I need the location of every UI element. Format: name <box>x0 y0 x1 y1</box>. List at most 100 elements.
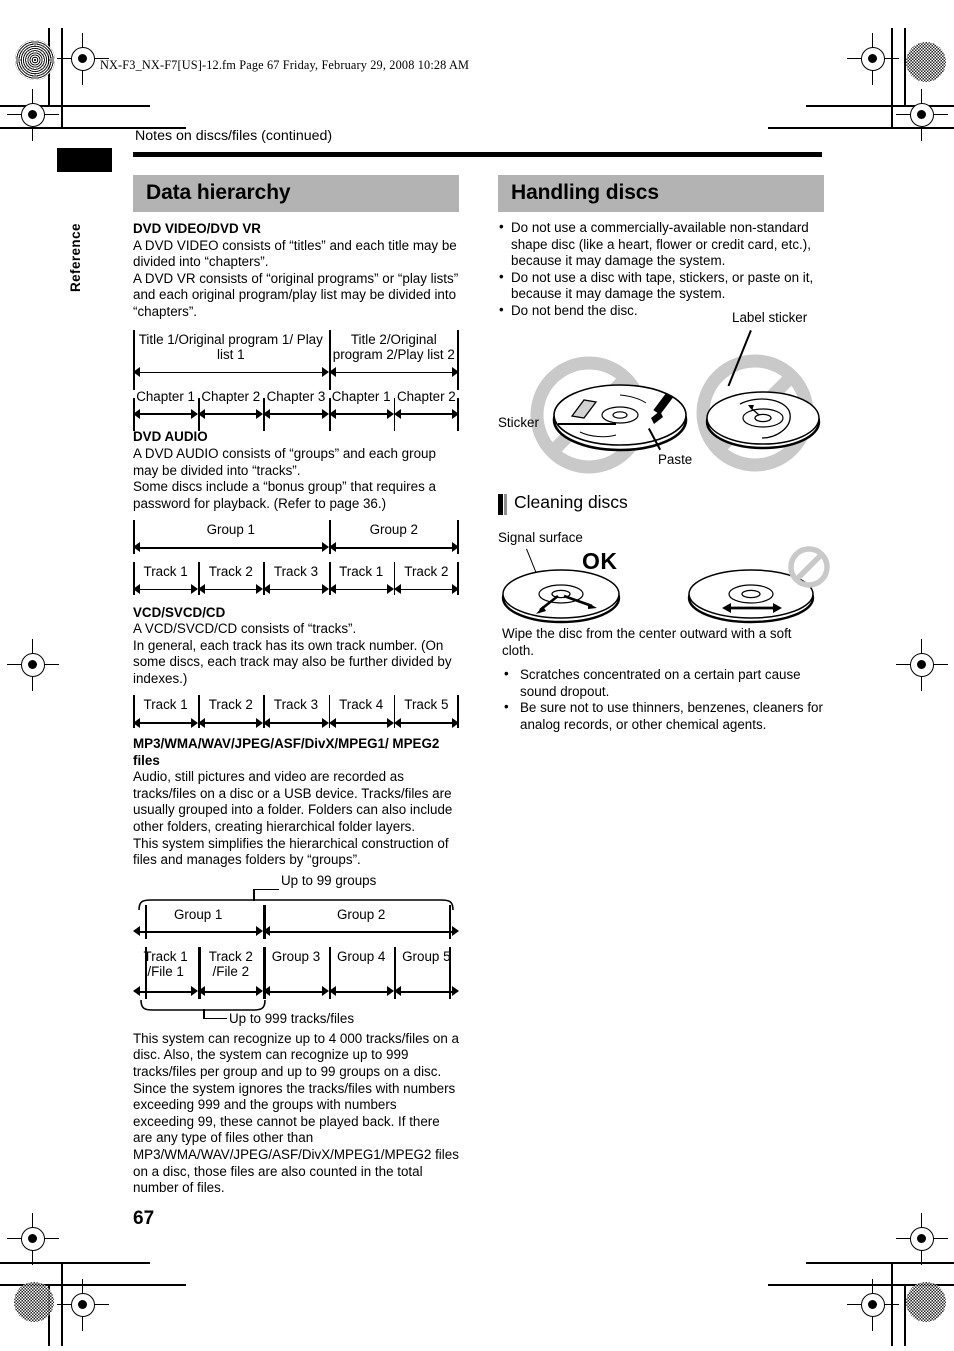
prohibition-icon-cleaning <box>788 546 830 588</box>
diagram-cell-group: Group 5 <box>402 948 451 964</box>
diagram-cell-track: Track 3 <box>273 563 319 579</box>
diagram-rule <box>328 520 331 555</box>
page-number: 67 <box>133 1208 155 1229</box>
diagram-arrows-groups <box>133 541 459 554</box>
registration-mark-right-middle <box>896 639 948 691</box>
diagram-arrows-titles <box>133 366 459 379</box>
subheading-dvd-audio: DVD AUDIO <box>133 429 208 445</box>
diagram-rule <box>449 904 451 939</box>
diagram-arrows-tracks <box>133 583 459 596</box>
running-head-rule <box>133 152 822 157</box>
registration-mark-left-middle <box>7 639 59 691</box>
diagram-rule <box>328 695 331 729</box>
file-header-stamp: NX-F3_NX-F7[US]-12.fm Page 67 Friday, Fe… <box>100 58 470 72</box>
diagram-dvd-audio: Group 1 Group 2 Track 1 Track 2 Track 3 … <box>133 520 459 596</box>
section-title-handling-discs: Handling discs <box>498 175 824 212</box>
diagram-cell-track: Track 1 <box>143 697 188 713</box>
diagram-rule <box>263 695 265 729</box>
heading-cleaning-discs: Cleaning discs <box>498 492 828 515</box>
paragraph-mp3-2: This system simplifies the hierarchical … <box>133 835 449 868</box>
diagram-cell-group: Group 1 <box>174 906 223 922</box>
diagram-cell-track: Track 2 <box>208 697 253 713</box>
diagram-rule <box>328 562 331 596</box>
diagram-cell-chapter: Chapter 2 <box>201 388 261 404</box>
diagram-rule <box>133 695 135 729</box>
handling-discs-bullet-list: Do not use a commercially-available non-… <box>498 219 824 320</box>
diagram-row-tracks: Track 1 Track 2 Track 3 Track 1 Track 2 <box>133 562 459 583</box>
diagram-rule <box>145 946 147 999</box>
diagram-rule <box>393 562 396 596</box>
side-tab-label: Reference <box>68 223 83 292</box>
cleaning-discs-illustration: Signal surface OK <box>498 530 830 630</box>
diagram-rule <box>457 562 459 596</box>
diagram-rule <box>133 329 135 390</box>
diagram-cell-track: Track 2 <box>404 563 449 579</box>
diagram-row-groups: Group 1 Group 2 <box>133 520 459 541</box>
diagram-cell-track: Track 2 <box>208 563 253 579</box>
paragraph-closing: This system can recognize up to 4 000 tr… <box>133 1030 459 1196</box>
diagram-rule <box>393 946 397 999</box>
diagram-cell-track: Track 1 <box>339 563 384 579</box>
diagram-cell-group: Group 4 <box>336 948 386 964</box>
diagram-rule <box>328 397 331 431</box>
diagram-arrows-mp3-groups <box>133 925 459 938</box>
diagram-arrows-vcd <box>133 716 459 729</box>
handling-discs-illustration: Sticker Paste Label sticker <box>498 310 828 486</box>
caption-label-sticker: Label sticker <box>732 310 808 325</box>
registration-mark-top-left <box>57 33 109 85</box>
diagram-mp3: Up to 99 groups Group 1 Group 2 Track 1 … <box>133 872 459 1026</box>
registration-mark-top-left-lower <box>7 89 59 141</box>
paragraph-dvd-audio-2: Some discs include a “bonus group” that … <box>133 479 436 511</box>
subheading-dvd-video: DVD VIDEO/DVD VR <box>133 221 261 236</box>
halftone-target-top-right <box>906 42 946 82</box>
registration-mark-bottom-left-upper <box>57 1279 109 1331</box>
registration-mark-top-right <box>847 33 899 85</box>
side-tab-marker <box>57 148 112 172</box>
caption-paste: Paste <box>658 452 693 467</box>
diagram-vcd: Track 1 Track 2 Track 3 Track 4 Track 5 <box>133 695 459 729</box>
diagram-rule <box>198 946 201 999</box>
diagram-cell-group: Group 2 <box>336 906 386 922</box>
list-item: Do not use a commercially-available non-… <box>498 219 824 270</box>
diagram-rule <box>263 397 265 431</box>
diagram-rule <box>133 562 135 596</box>
diagram-row-chapters: Chapter 1 Chapter 2 Chapter 3 Chapter 1 … <box>133 387 459 408</box>
diagram-row-mp3-tracks: Track 1 /File 1 Track 2 /File 2 Group 3 … <box>133 947 459 983</box>
right-column: Handling discs Do not use a commercially… <box>498 175 824 320</box>
registration-mark-bottom-left <box>7 1213 59 1265</box>
diagram-cell-track: Track 5 <box>404 697 449 713</box>
manual-page: NX-F3_NX-F7[US]-12.fm Page 67 Friday, Fe… <box>0 0 954 1351</box>
caption-signal-surface: Signal surface <box>498 530 583 545</box>
diagram-row-vcd-tracks: Track 1 Track 2 Track 3 Track 4 Track 5 <box>133 695 459 716</box>
list-item: Scratches concentrated on a certain part… <box>502 666 824 700</box>
diagram-cell-track: Track 3 <box>273 697 319 713</box>
diagram-note-up-to-99-groups: Up to 99 groups <box>281 872 377 888</box>
halftone-target-bottom-right <box>906 1282 946 1322</box>
halftone-target-bottom-left <box>14 1282 54 1322</box>
paragraph-vcd-1: A VCD/SVCD/CD consists of “tracks”. <box>133 621 357 637</box>
diagram-rule <box>198 695 200 729</box>
heading-marker-bar-black <box>498 494 503 515</box>
diagram-rule <box>198 397 200 431</box>
left-column: Data hierarchy DVD VIDEO/DVD VR A DVD VI… <box>133 175 459 1197</box>
paragraph-mp3-1: Audio, still pictures and video are reco… <box>133 769 453 835</box>
diagram-rule <box>393 695 396 729</box>
diagram-rule <box>449 946 451 999</box>
diagram-cell-track: Track 4 <box>339 697 384 713</box>
diagram-row-titles: Title 1/Original program 1/ Play list 1 … <box>133 330 459 366</box>
caption-sticker: Sticker <box>498 415 539 430</box>
diagram-rule <box>457 397 459 431</box>
subheading-vcd: VCD/SVCD/CD <box>133 604 226 620</box>
diagram-rule <box>263 562 265 596</box>
diagram-cell-group: Group 3 <box>271 948 321 964</box>
list-item: Be sure not to use thinners, benzenes, c… <box>502 699 824 733</box>
disc-with-sticker-illustration <box>552 384 688 452</box>
cleaning-discs-section: Cleaning discs <box>498 486 828 515</box>
diagram-cell-track: Track 2 /File 2 <box>208 948 253 980</box>
diagram-cell-chapter: Chapter 3 <box>266 388 326 404</box>
running-head: Notes on discs/files (continued) <box>135 128 333 144</box>
registration-mark-bottom-right-upper <box>847 1279 899 1331</box>
diagram-cell-group: Group 1 <box>206 522 255 538</box>
diagram-rule <box>393 397 396 431</box>
diagram-rule <box>263 946 266 999</box>
